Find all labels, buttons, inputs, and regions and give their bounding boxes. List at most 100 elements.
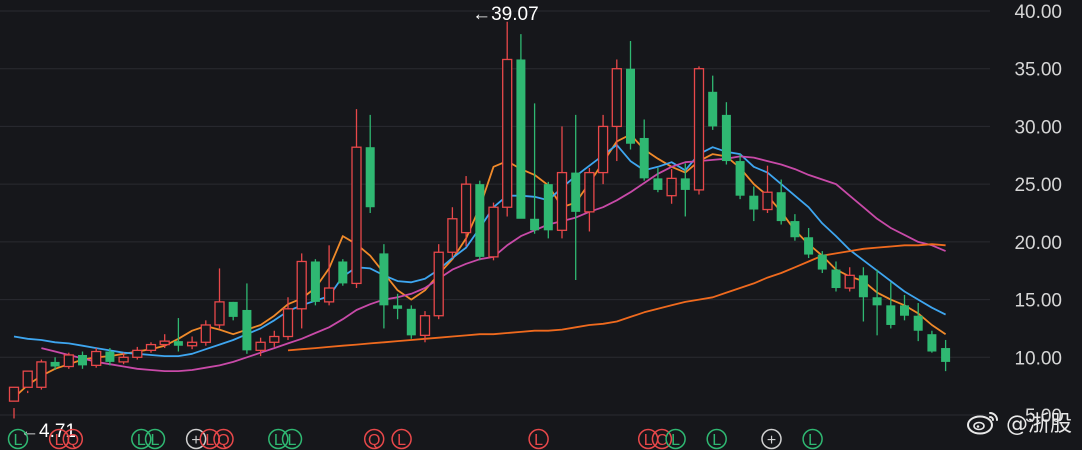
candle bbox=[735, 154, 745, 200]
signal-marker[interactable]: L bbox=[802, 428, 823, 450]
candle bbox=[419, 311, 431, 343]
signal-marker-label: L bbox=[288, 432, 297, 449]
candle bbox=[186, 336, 198, 350]
candle-body bbox=[556, 171, 568, 231]
candle-body bbox=[844, 274, 855, 289]
kline-chart[interactable]: 40.00 35.00 30.00 25.00 20.00 15.00 10.00 5.00 … bbox=[0, 0, 1082, 450]
candle-body bbox=[63, 354, 74, 368]
candle-body bbox=[530, 218, 540, 231]
candle bbox=[571, 114, 581, 280]
candle bbox=[22, 370, 33, 394]
signal-marker-label: L bbox=[397, 432, 406, 449]
candle-body bbox=[516, 59, 526, 219]
signal-marker[interactable]: L bbox=[281, 428, 303, 450]
candle bbox=[145, 342, 157, 353]
signal-marker-label: L bbox=[534, 432, 543, 449]
candle bbox=[132, 346, 143, 360]
candle-body bbox=[338, 261, 348, 284]
candle-body bbox=[310, 261, 320, 302]
candle-body bbox=[282, 308, 294, 338]
candle bbox=[693, 66, 705, 195]
candle bbox=[228, 301, 238, 321]
signal-marker[interactable]: + bbox=[761, 428, 782, 450]
candle bbox=[310, 259, 320, 306]
weibo-icon bbox=[966, 412, 998, 435]
y-tick-label: 25.00 bbox=[1014, 175, 1062, 196]
candle bbox=[721, 102, 731, 165]
candle-body bbox=[159, 340, 170, 346]
candle bbox=[900, 294, 909, 321]
candle bbox=[749, 186, 759, 222]
watermark: @浙股 bbox=[966, 406, 1072, 438]
candle bbox=[91, 348, 102, 368]
candle bbox=[460, 176, 472, 247]
candle-body bbox=[186, 341, 198, 347]
candle-body bbox=[776, 192, 786, 222]
candle bbox=[447, 207, 458, 259]
candle-body bbox=[762, 191, 773, 211]
candle-body bbox=[145, 343, 157, 352]
candle-body bbox=[749, 195, 759, 210]
candle-body bbox=[200, 324, 211, 343]
candle bbox=[323, 245, 335, 306]
candle bbox=[626, 41, 635, 150]
candle-body bbox=[91, 350, 102, 367]
candle-body bbox=[365, 147, 375, 208]
candle bbox=[639, 119, 649, 181]
candle-body bbox=[393, 305, 403, 309]
candle-body bbox=[693, 68, 705, 191]
signal-marker-label: L bbox=[712, 432, 721, 449]
signal-marker[interactable]: L bbox=[391, 428, 412, 450]
price-annotations: ←39.07←4.71 bbox=[20, 4, 539, 442]
candle bbox=[927, 330, 937, 353]
signal-marker-label: L bbox=[14, 432, 23, 449]
candle bbox=[804, 228, 814, 259]
candle bbox=[913, 303, 923, 342]
signal-marker-label: L bbox=[205, 432, 214, 449]
candle bbox=[36, 359, 47, 390]
candle-body bbox=[639, 137, 649, 179]
signal-markers[interactable]: L L Q L L + L Q L L Q L L L C L L + L bbox=[7, 428, 823, 450]
signal-marker[interactable]: Q bbox=[62, 428, 84, 450]
signal-marker-label: L bbox=[671, 432, 680, 449]
candle-body bbox=[817, 254, 827, 270]
candle bbox=[762, 165, 773, 213]
signal-marker[interactable]: L bbox=[144, 428, 166, 450]
candle bbox=[556, 126, 568, 239]
candle bbox=[844, 267, 855, 292]
candle-body bbox=[666, 177, 677, 197]
candle-body bbox=[872, 297, 882, 306]
candle-body bbox=[78, 354, 87, 366]
candle bbox=[502, 21, 513, 217]
signal-marker-label: + bbox=[191, 432, 200, 449]
signal-marker-label: Q bbox=[67, 432, 79, 449]
candle-body bbox=[584, 171, 595, 213]
candle bbox=[941, 339, 951, 372]
candle-body bbox=[913, 315, 923, 331]
candle bbox=[475, 180, 485, 261]
candle bbox=[200, 320, 211, 346]
candle-body bbox=[790, 221, 800, 238]
candle bbox=[433, 244, 444, 320]
candles bbox=[8, 21, 951, 419]
signal-marker[interactable]: L bbox=[528, 428, 549, 450]
signal-marker[interactable]: Q bbox=[213, 428, 234, 450]
candle-body bbox=[941, 348, 951, 362]
signal-marker-label: Q bbox=[368, 432, 380, 449]
candle-body bbox=[36, 361, 47, 388]
candle bbox=[269, 330, 280, 347]
candle-body bbox=[475, 184, 485, 257]
candlestick-chart-svg[interactable]: 40.0035.0030.0025.0020.0015.0010.005.00 … bbox=[0, 0, 1082, 450]
signal-marker-label: L bbox=[137, 432, 146, 449]
signal-marker-label: L bbox=[151, 432, 160, 449]
signal-marker[interactable]: Q bbox=[363, 428, 385, 450]
candle-body bbox=[214, 301, 225, 326]
candle-body bbox=[8, 386, 20, 402]
signal-marker[interactable]: L bbox=[665, 428, 686, 450]
candle-body bbox=[831, 269, 841, 289]
candle bbox=[78, 351, 87, 369]
candle-body bbox=[406, 308, 416, 336]
candle bbox=[406, 305, 416, 339]
signal-marker[interactable]: L bbox=[706, 428, 727, 450]
candle-body bbox=[132, 349, 143, 358]
